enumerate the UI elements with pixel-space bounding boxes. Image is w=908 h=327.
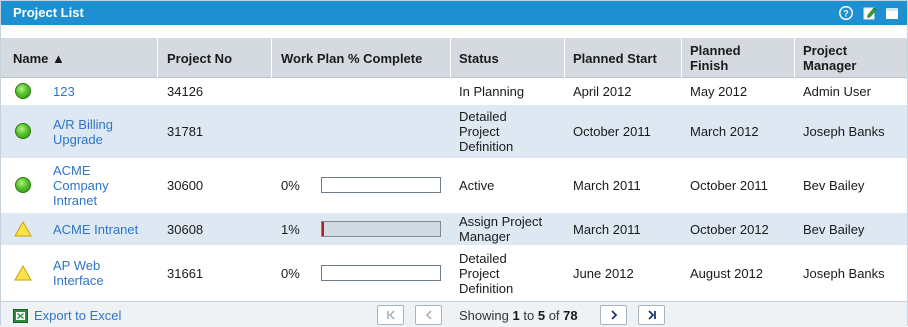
- project-no: 31661: [167, 265, 204, 281]
- warning-icon: [14, 265, 32, 281]
- first-page-button[interactable]: [377, 305, 404, 325]
- project-list-portlet: Project List ? Name ▲ Project No Work Pl…: [0, 0, 908, 327]
- column-divider: [157, 38, 158, 78]
- column-header-work-plan[interactable]: Work Plan % Complete: [281, 38, 451, 78]
- table-row: ACME Intranet 30608 1% Assign Project Ma…: [1, 213, 907, 245]
- portlet-titlebar: Project List ?: [1, 1, 907, 25]
- column-header-project-no[interactable]: Project No: [167, 38, 277, 78]
- planned-finish: March 2012: [690, 124, 759, 139]
- column-header-planned-finish[interactable]: Planned Finish: [690, 38, 775, 78]
- svg-text:?: ?: [843, 9, 849, 19]
- chevron-left-icon: [425, 310, 431, 320]
- table-footer: Export to Excel Showing 1 to 5 of 78: [1, 301, 907, 327]
- portlet-title: Project List: [13, 5, 84, 20]
- percent-complete: 0%: [281, 178, 300, 193]
- project-no: 31781: [167, 124, 204, 139]
- first-page-icon: [386, 310, 394, 320]
- edit-icon[interactable]: [861, 4, 879, 22]
- maximize-icon[interactable]: [883, 4, 901, 22]
- column-header-project-manager[interactable]: Project Manager: [803, 38, 898, 78]
- planned-finish: May 2012: [690, 84, 748, 99]
- project-name-link[interactable]: AP Web Interface: [53, 245, 133, 301]
- project-manager: Joseph Banks: [803, 265, 885, 281]
- column-divider: [794, 38, 795, 78]
- percent-complete: 1%: [281, 221, 300, 237]
- project-manager: Bev Bailey: [803, 178, 865, 193]
- project-name-link[interactable]: ACME Intranet: [53, 213, 163, 245]
- planned-finish: October 2011: [690, 178, 768, 193]
- project-name-link[interactable]: A/R Billing Upgrade: [53, 105, 153, 158]
- excel-icon: [13, 308, 28, 323]
- planned-finish: August 2012: [690, 265, 764, 281]
- project-no: 34126: [167, 84, 204, 99]
- table-row: AP Web Interface 31661 0% Detailed Proje…: [1, 245, 907, 301]
- project-manager: Bev Bailey: [803, 221, 865, 237]
- table-header: Name ▲ Project No Work Plan % Complete S…: [1, 38, 907, 78]
- table-row: ACME Company Intranet 30600 0% Active Ma…: [1, 158, 907, 213]
- progress-bar: [321, 221, 441, 237]
- planned-finish: October 2012: [690, 221, 769, 237]
- project-no: 30600: [167, 178, 204, 193]
- column-divider: [450, 38, 451, 78]
- column-header-status[interactable]: Status: [459, 38, 559, 78]
- last-page-button[interactable]: [638, 305, 665, 325]
- status-green-icon: [15, 83, 31, 99]
- warning-icon: [14, 221, 32, 237]
- planned-start: June 2012: [573, 265, 634, 281]
- column-header-name[interactable]: Name ▲: [13, 38, 153, 78]
- help-icon[interactable]: ?: [837, 4, 855, 22]
- export-to-excel-link[interactable]: Export to Excel: [13, 308, 121, 323]
- column-header-planned-start[interactable]: Planned Start: [573, 38, 678, 78]
- project-status: Detailed Project Definition: [459, 109, 514, 154]
- status-green-icon: [15, 177, 31, 193]
- project-status: In Planning: [459, 84, 525, 99]
- planned-start: October 2011: [573, 124, 651, 139]
- status-green-icon: [15, 123, 31, 139]
- column-divider: [681, 38, 682, 78]
- project-name-link[interactable]: ACME Company Intranet: [53, 158, 128, 213]
- project-status: Active: [459, 178, 495, 193]
- project-status: Assign Project Manager: [459, 214, 543, 244]
- percent-complete: 0%: [281, 265, 300, 281]
- last-page-icon: [647, 310, 656, 320]
- planned-start: April 2012: [573, 84, 632, 99]
- progress-bar: [321, 265, 441, 281]
- project-name-link[interactable]: 123: [53, 78, 153, 105]
- planned-start: March 2011: [573, 178, 641, 193]
- column-divider: [564, 38, 565, 78]
- project-status: Detailed Project Definition: [459, 250, 514, 296]
- planned-start: March 2011: [573, 221, 641, 237]
- table-row: A/R Billing Upgrade 31781 Detailed Proje…: [1, 105, 907, 158]
- project-manager: Admin User: [803, 84, 871, 99]
- export-label: Export to Excel: [34, 308, 122, 323]
- table-row: 123 34126 In Planning April 2012 May 201…: [1, 78, 907, 105]
- progress-bar: [321, 177, 441, 193]
- previous-page-button[interactable]: [415, 305, 442, 325]
- chevron-right-icon: [610, 310, 617, 320]
- next-page-button[interactable]: [600, 305, 627, 325]
- project-no: 30608: [167, 221, 204, 237]
- project-manager: Joseph Banks: [803, 124, 885, 139]
- pagination-status: Showing 1 to 5 of 78: [459, 308, 578, 323]
- column-divider: [271, 38, 272, 78]
